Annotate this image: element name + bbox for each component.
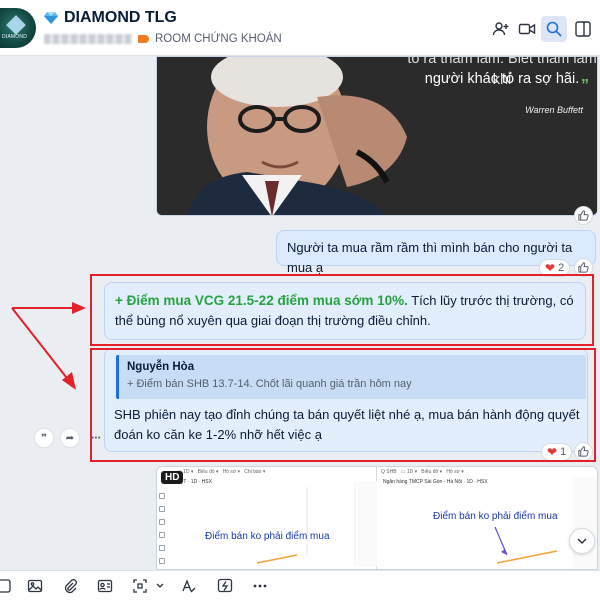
sticker-icon [0,579,11,593]
quick-message-button[interactable] [215,576,235,596]
chart-note-left: Điểm bán ko phải điểm mua [205,531,330,542]
contact-card-icon [97,579,113,593]
chevron-down-icon [156,583,164,588]
room-tag-label[interactable]: ROOM CHỨNG KHOÁN [155,33,282,45]
quote-reply-icon[interactable]: ❞ [34,428,54,448]
annotation-frame [90,274,594,346]
quote-author: Warren Buffett [525,105,583,115]
avatar-text: DIAMOND [2,34,28,40]
more-tools-button[interactable] [250,576,270,596]
video-camera-icon [518,23,536,35]
more-dots-icon [253,584,267,588]
diamond-icon [44,12,58,24]
diamond-logo-icon [6,15,26,35]
chat-title-group[interactable]: DIAMOND TLG [44,9,177,27]
chat-title: DIAMOND TLG [64,9,177,26]
heart-icon: ❤ [545,261,556,275]
group-avatar[interactable]: DIAMOND [0,8,36,48]
chart-image-message[interactable]: ▭ 1D ▾ Biểu đồ ▾ Hồ sơ ▾ Chỉ báo ▾ FPT ·… [156,466,598,570]
search-button[interactable] [541,16,567,42]
image-button[interactable] [25,576,45,596]
add-member-button[interactable] [488,16,514,42]
screenshot-button[interactable] [130,576,150,596]
contact-card-button[interactable] [95,576,115,596]
quote-image-message[interactable]: tỏ ra tham lam. Biết tham lam khi người … [156,56,598,216]
message-actions: ❞ ➦ ⋯ [34,428,106,448]
thumbs-up-icon [578,210,589,221]
search-icon [546,21,562,37]
chart-note-right: Điểm bán ko phải điểm mua [433,511,558,522]
reaction-count: 2 [558,262,565,274]
composer-toolbar [0,570,600,600]
scroll-to-bottom-button[interactable] [569,528,595,554]
thumbs-up-icon [578,262,589,273]
quote-mark-icon: ” [581,77,589,94]
video-call-button[interactable] [514,16,540,42]
text-format-icon [182,579,196,593]
sent-message-text: Người ta mua rầm rầm thì mình bán cho ng… [287,240,573,275]
annotation-arrows [11,302,86,390]
conversation-info-button[interactable] [570,16,596,42]
hd-badge: HD [161,471,184,484]
sidebar-panel-icon [575,21,591,37]
chat-subtitle: ROOM CHỨNG KHOÁN [44,33,282,45]
annotation-frame [90,348,596,462]
add-user-icon [492,22,509,36]
member-count-blurred [44,34,132,44]
chart-panel-right: Q SHB ▭ 1D ▾ Biểu đồ ▾ Hồ sơ ▾ Ngân hàng… [377,467,597,569]
lightning-icon [217,578,233,593]
quote-line: người khác tỏ ra sợ hãi. [424,71,580,87]
attach-file-button[interactable] [60,576,80,596]
image-icon [27,579,43,593]
paperclip-icon [64,579,77,594]
forward-icon[interactable]: ➦ [60,428,80,448]
chat-header: DIAMOND DIAMOND TLG ROOM CHỨNG KHOÁN [0,0,600,56]
text-format-button[interactable] [179,576,199,596]
label-tag-icon [138,35,149,43]
chart-panel-left: ▭ 1D ▾ Biểu đồ ▾ Hồ sơ ▾ Chỉ báo ▾ FPT ·… [157,467,377,569]
like-reaction-button[interactable] [574,206,593,225]
price-line-left [256,481,377,567]
more-options-icon[interactable]: ⋯ [86,428,106,448]
sticker-button[interactable] [0,576,14,596]
chevron-down-icon [577,538,587,545]
screenshot-options-button[interactable] [150,576,170,596]
screenshot-icon [133,579,147,593]
